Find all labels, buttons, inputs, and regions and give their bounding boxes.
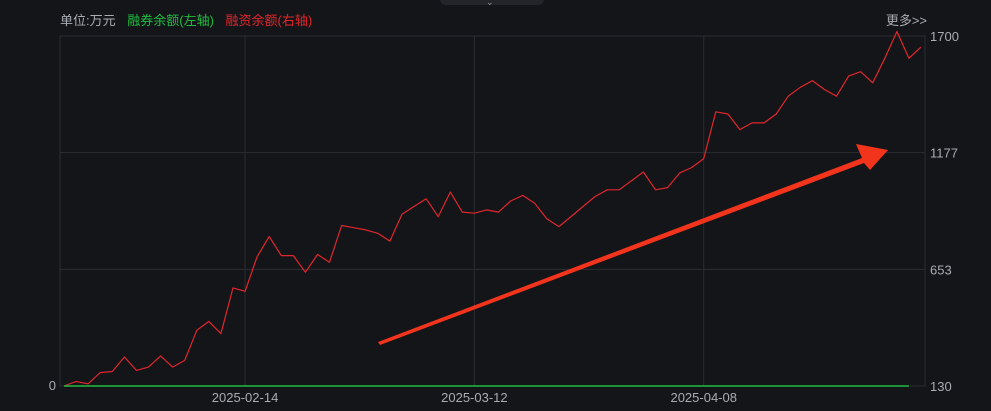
- right-tick-label: 653: [930, 262, 952, 277]
- right-tick-label: 1700: [930, 29, 959, 44]
- right-tick-label: 1177: [930, 146, 958, 161]
- right-tick-label: 130: [930, 379, 952, 394]
- trend-arrow: [378, 144, 888, 345]
- left-tick-label: 0: [49, 378, 56, 393]
- left-axis: 0: [49, 378, 56, 393]
- right-axis: 1700 1177 653 130: [930, 29, 959, 394]
- x-tick-label: 2025-03-12: [441, 390, 508, 405]
- margin-balance-chart: 0 17001177653130 2025-02-14 2025-03-12 202…: [49, 29, 959, 405]
- annotation-layer: [378, 144, 888, 345]
- x-axis: 2025-02-14 2025-03-12 2025-04-08: [212, 390, 737, 405]
- x-tick-label: 2025-04-08: [670, 390, 737, 405]
- series-layer: [63, 30, 922, 387]
- bottom-scrollbar[interactable]: [0, 405, 991, 411]
- series-line-margin-balance: [63, 30, 922, 387]
- x-tick-label: 2025-02-14: [212, 390, 279, 405]
